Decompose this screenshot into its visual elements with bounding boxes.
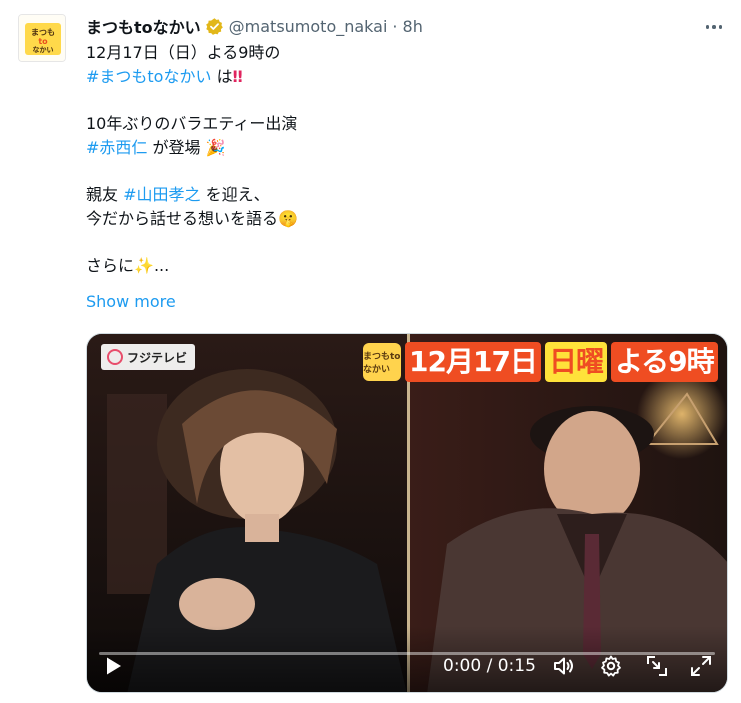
pip-icon[interactable] [645,654,669,678]
banner-weekday: 日曜 [544,342,607,382]
svg-text:まつも: まつも [31,28,55,37]
avatar-logo: まつも to なかい [19,15,65,61]
display-name[interactable]: まつもtoなかい [86,14,201,38]
hashtag-link[interactable]: #山田孝之 [123,185,200,204]
text-segment: は [211,66,233,86]
banner-show-logo: まつもtoなかい [363,343,401,381]
hashtag-link[interactable]: #赤西仁 [86,138,147,157]
text-segment: 12月17日（日）よる9時の [86,43,281,62]
sparkles-emoji: ✨ [134,256,154,275]
text-line: 今だから話せる想いを語る🤫 [86,207,706,231]
volume-icon[interactable] [552,654,576,678]
text-line: #赤西仁 が登場 🎉 [86,136,706,160]
more-icon[interactable] [703,16,725,38]
timestamp[interactable]: 8h [403,17,423,36]
text-segment: 10年ぶりのバラエティー出演 [86,114,298,133]
text-segment: を迎え、 [200,185,270,204]
text-segment: ... [153,256,170,275]
video-player[interactable]: フジテレビ まつもtoなかい 12月17日 日曜 よる9時 0:00 / 0:1… [86,333,728,693]
svg-text:なかい: なかい [33,45,54,54]
fullscreen-icon[interactable] [689,654,713,678]
double-exclamation-emoji: ‼ [232,66,243,86]
video-controls: 0:00 / 0:15 [87,626,727,692]
play-icon[interactable] [101,654,125,678]
gear-icon[interactable] [599,654,623,678]
text-segment: が登場 [147,137,206,157]
text-line: 親友 #山田孝之 を迎え、 [86,183,706,207]
text-segment: 親友 [86,185,124,204]
text-line: さらに✨... [86,254,706,278]
banner-time: よる9時 [610,342,718,382]
handle[interactable]: @matsumoto_nakai [229,17,388,36]
channel-mark-icon [107,349,123,365]
text-line: #まつもtoなかい は‼ [86,65,706,89]
tweet-header: まつもtoなかい @matsumoto_nakai · 8h [86,14,423,38]
text-segment: 今だから話せる想いを語る [86,208,279,228]
broadcast-banner: まつもtoなかい 12月17日 日曜 よる9時 [363,340,718,384]
channel-name: フジテレビ [127,350,188,365]
shushing-emoji: 🤫 [278,208,298,228]
banner-date: 12月17日 [405,342,541,382]
party-emoji: 🎉 [205,137,226,157]
text-line: 12月17日（日）よる9時の [86,41,706,65]
channel-logo: フジテレビ [101,344,196,370]
text-segment: さらに [86,256,135,275]
verified-icon [205,17,223,35]
text-line: 10年ぶりのバラエティー出演 [86,112,706,136]
tweet-text: 12月17日（日）よる9時の #まつもtoなかい は‼ 10年ぶりのバラエティー… [86,41,706,278]
time-display: 0:00 / 0:15 [443,656,536,676]
svg-text:to: to [38,37,48,46]
hashtag-link[interactable]: #まつもtoなかい [86,67,211,86]
show-more-link[interactable]: Show more [86,292,176,311]
avatar[interactable]: まつも to なかい [18,14,66,62]
separator-dot: · [392,16,398,36]
